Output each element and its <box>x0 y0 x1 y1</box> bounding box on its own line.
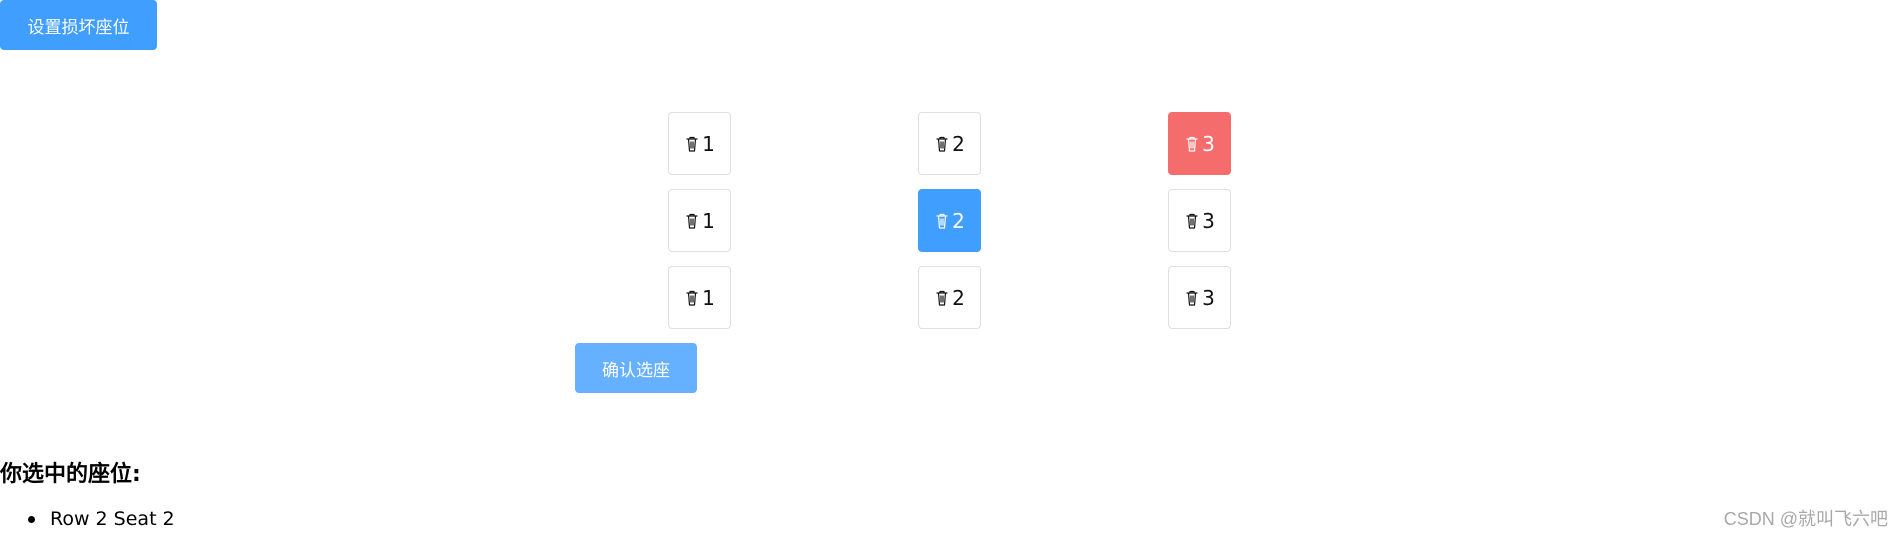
trash-icon <box>934 135 950 153</box>
trash-icon <box>1184 289 1200 307</box>
seat-r2-s2[interactable]: 2 <box>918 189 981 252</box>
seat-number: 1 <box>702 131 715 156</box>
seat-r3-s2[interactable]: 2 <box>918 266 981 329</box>
seat-r1-s1[interactable]: 1 <box>668 112 731 175</box>
bullet-icon <box>28 516 35 523</box>
seat-number: 2 <box>952 285 965 310</box>
seat-r3-s1[interactable]: 1 <box>668 266 731 329</box>
seat-r2-s3[interactable]: 3 <box>1168 189 1231 252</box>
trash-icon <box>684 212 700 230</box>
trash-icon <box>684 289 700 307</box>
seat-number: 3 <box>1202 285 1215 310</box>
trash-icon <box>684 135 700 153</box>
seat-r1-s2[interactable]: 2 <box>918 112 981 175</box>
seat-r1-s3[interactable]: 3 <box>1168 112 1231 175</box>
selected-seats-heading: 你选中的座位: <box>0 462 141 487</box>
set-broken-seats-button[interactable]: 设置损坏座位 <box>0 0 157 50</box>
seat-r3-s3[interactable]: 3 <box>1168 266 1231 329</box>
selected-seats-list: Row 2 Seat 2 <box>0 506 175 532</box>
trash-icon <box>934 289 950 307</box>
selected-seat-text: Row 2 Seat 2 <box>50 508 175 530</box>
list-item: Row 2 Seat 2 <box>0 506 175 532</box>
trash-icon <box>934 212 950 230</box>
watermark: CSDN @就叫飞六吧 <box>1723 509 1888 529</box>
seat-number: 3 <box>1202 208 1215 233</box>
trash-icon <box>1184 212 1200 230</box>
seat-number: 1 <box>702 285 715 310</box>
confirm-seat-button[interactable]: 确认选座 <box>575 343 697 393</box>
seat-r2-s1[interactable]: 1 <box>668 189 731 252</box>
seat-number: 2 <box>952 131 965 156</box>
seat-number: 3 <box>1202 131 1215 156</box>
seat-selection-page: 设置损坏座位 1 2 3 1 2 3 1 2 3 确认选座 你选中的座位: Ro… <box>0 0 1900 536</box>
seat-number: 2 <box>952 208 965 233</box>
trash-icon <box>1184 135 1200 153</box>
seat-number: 1 <box>702 208 715 233</box>
